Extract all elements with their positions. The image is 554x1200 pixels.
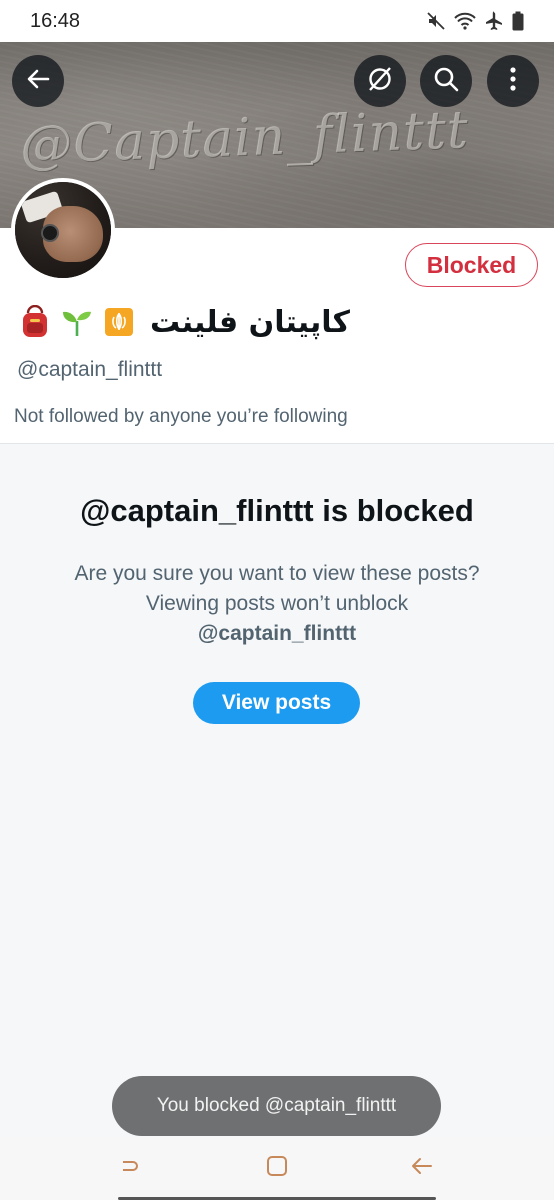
back-button[interactable] [12,55,64,107]
display-name-row: کاپیتان فلینت [18,298,350,346]
blocked-description: Are you sure you want to view these post… [70,559,484,649]
blocked-button[interactable]: Blocked [405,243,538,287]
display-name: کاپیتان فلینت [150,304,350,340]
seedling-emoji-icon [60,305,94,339]
more-options-button[interactable] [487,55,539,107]
view-posts-button[interactable]: View posts [193,682,360,724]
battery-icon [512,11,524,31]
translate-button[interactable] [354,55,406,107]
backpack-emoji-icon [18,305,52,339]
blocked-title: @captain_flinttt is blocked [80,493,474,528]
recents-button[interactable] [108,1145,156,1193]
avatar[interactable] [11,178,115,282]
nav-back-button[interactable] [398,1145,446,1193]
recents-icon [120,1154,144,1183]
status-icons [426,11,524,31]
blocked-notice-section [0,444,554,1137]
iran-emblem-emoji-icon [102,305,136,339]
toast-message: You blocked @captain_flinttt [112,1076,441,1136]
wifi-icon [454,12,476,30]
system-navigation-bar [0,1137,554,1200]
blocked-description-handle: @captain_flinttt [197,622,357,645]
followed-by-info: Not followed by anyone you’re following [14,406,348,427]
search-icon [432,65,460,98]
profile-page: 16:48 @Captain_flinttt Blocked کاپیتان ف… [0,0,554,1200]
search-button[interactable] [420,55,472,107]
profile-handle: @captain_flinttt [17,358,163,381]
mute-icon [426,11,446,31]
status-bar: 16:48 [0,0,554,42]
more-vertical-icon [509,66,517,97]
home-button[interactable] [253,1145,301,1193]
home-icon [265,1154,289,1183]
back-arrow-icon [25,66,51,97]
status-time: 16:48 [30,9,81,32]
avatar-watch [41,224,59,242]
airplane-icon [484,11,504,31]
blocked-description-text: Are you sure you want to view these post… [74,562,480,615]
back-icon [410,1154,434,1183]
translate-icon [365,64,395,99]
